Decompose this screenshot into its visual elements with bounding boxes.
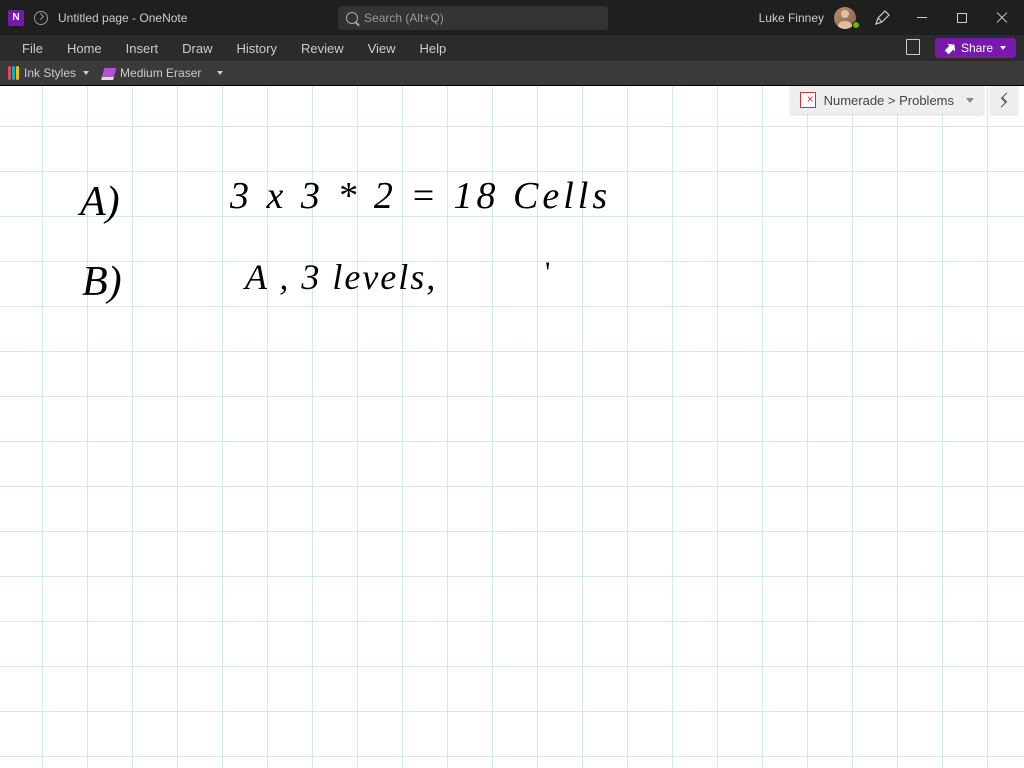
toolbar-more-button[interactable]: [215, 71, 223, 75]
draw-toolbar: Ink Styles Medium Eraser: [0, 61, 1024, 86]
sync-icon[interactable]: [34, 11, 48, 25]
ink-stroke: ': [545, 256, 550, 290]
pen-icon: [874, 10, 890, 26]
search-placeholder: Search (Alt+Q): [364, 11, 444, 25]
ink-stroke: A): [80, 178, 120, 226]
share-icon: [943, 40, 959, 56]
ink-stroke: 3 x 3 * 2 = 18 Cells: [230, 174, 611, 218]
app-icon: N: [8, 10, 24, 26]
tab-view[interactable]: View: [356, 37, 408, 60]
breadcrumb-bar: Numerade > Problems: [790, 86, 1018, 114]
minimize-button[interactable]: [904, 0, 940, 35]
tab-file[interactable]: File: [10, 37, 55, 60]
section-closed-icon: [800, 92, 816, 108]
copy-page-button[interactable]: [901, 37, 927, 59]
expand-icon: [999, 95, 1009, 105]
search-input[interactable]: Search (Alt+Q): [338, 6, 608, 30]
ink-styles-label: Ink Styles: [24, 66, 76, 80]
ink-styles-icon: [8, 66, 19, 80]
titlebar: N Untitled page - OneNote Search (Alt+Q)…: [0, 0, 1024, 35]
ribbon: File Home Insert Draw History Review Vie…: [0, 35, 1024, 61]
chevron-down-icon: [83, 71, 89, 75]
maximize-button[interactable]: [944, 0, 980, 35]
maximize-icon: [957, 13, 967, 23]
eraser-icon: [102, 68, 117, 78]
titlebar-left: N Untitled page - OneNote: [0, 10, 187, 26]
ribbon-right: Share: [901, 37, 1024, 59]
eraser-label: Medium Eraser: [120, 66, 201, 80]
ink-stroke: B): [82, 258, 122, 306]
tab-history[interactable]: History: [225, 37, 289, 60]
tab-draw[interactable]: Draw: [170, 37, 224, 60]
share-button[interactable]: Share: [935, 38, 1016, 58]
share-label: Share: [961, 41, 993, 55]
pen-settings-button[interactable]: [864, 0, 900, 35]
expand-page-button[interactable]: [990, 86, 1018, 114]
chevron-down-icon: [217, 71, 223, 75]
ribbon-tabs: File Home Insert Draw History Review Vie…: [0, 37, 458, 60]
chevron-down-icon: [966, 98, 974, 103]
close-icon: [996, 12, 1008, 24]
presence-indicator-icon: [852, 21, 860, 29]
search-icon: [346, 12, 358, 24]
tab-home[interactable]: Home: [55, 37, 114, 60]
titlebar-right: Luke Finney: [759, 0, 1024, 35]
ink-stroke: A , 3 levels,: [245, 256, 437, 298]
breadcrumb[interactable]: Numerade > Problems: [790, 86, 984, 114]
ink-styles-button[interactable]: Ink Styles: [8, 66, 89, 80]
close-button[interactable]: [984, 0, 1020, 35]
chevron-down-icon: [1000, 46, 1006, 50]
breadcrumb-path: Numerade > Problems: [824, 93, 954, 108]
document-title: Untitled page - OneNote: [58, 11, 187, 25]
user-name[interactable]: Luke Finney: [759, 11, 824, 25]
tab-insert[interactable]: Insert: [114, 37, 171, 60]
copy-icon: [908, 41, 920, 55]
eraser-button[interactable]: Medium Eraser: [103, 66, 201, 80]
tab-help[interactable]: Help: [408, 37, 459, 60]
titlebar-center: Search (Alt+Q): [187, 6, 758, 30]
page-canvas[interactable]: A) 3 x 3 * 2 = 18 Cells B) A , 3 levels,…: [0, 86, 1024, 768]
tab-review[interactable]: Review: [289, 37, 356, 60]
minimize-icon: [917, 17, 927, 18]
